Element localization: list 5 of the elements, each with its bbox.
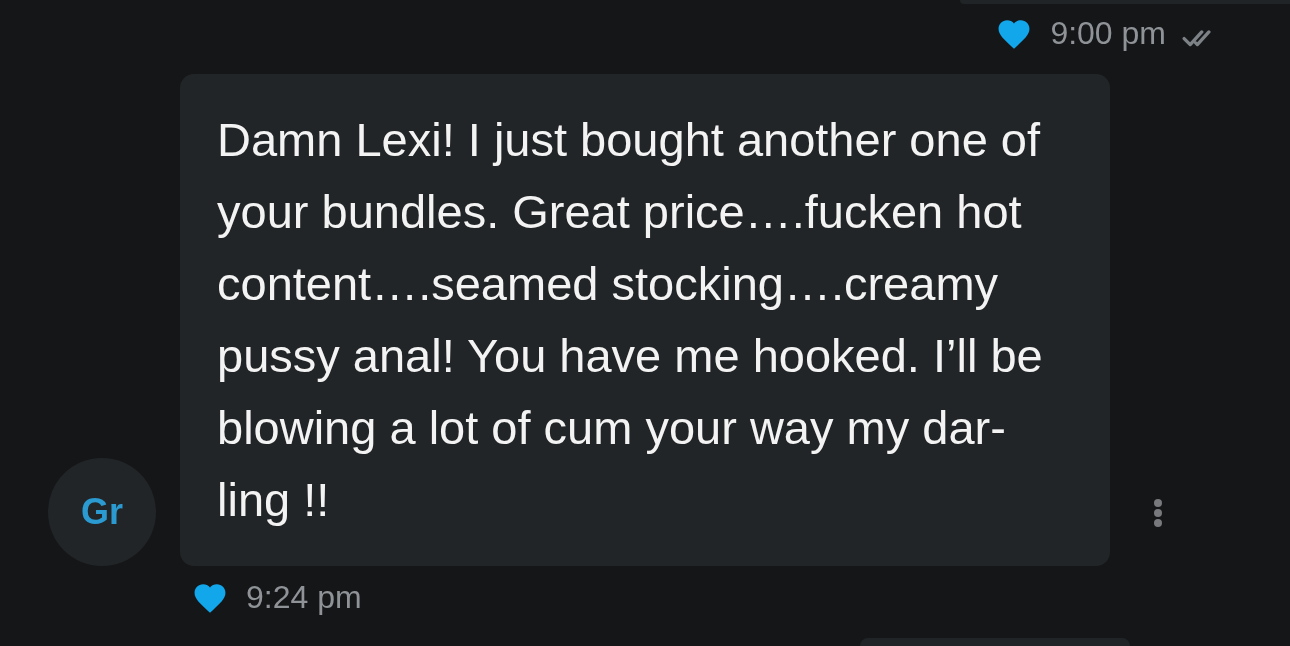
more-options-icon[interactable] [1153, 498, 1163, 528]
message-text: Damn Lexi! I just bought another one of your bundles. Great price….fucken hot content….seamed stocking….creamy pussy anal! You have me hooked. I’ll be blowing a lot of cum your way my dar- ling !! [217, 112, 1044, 528]
message-time: 9:24 pm [246, 581, 362, 613]
avatar[interactable]: Gr [48, 458, 156, 566]
message-time: 9:00 pm [1050, 17, 1166, 49]
